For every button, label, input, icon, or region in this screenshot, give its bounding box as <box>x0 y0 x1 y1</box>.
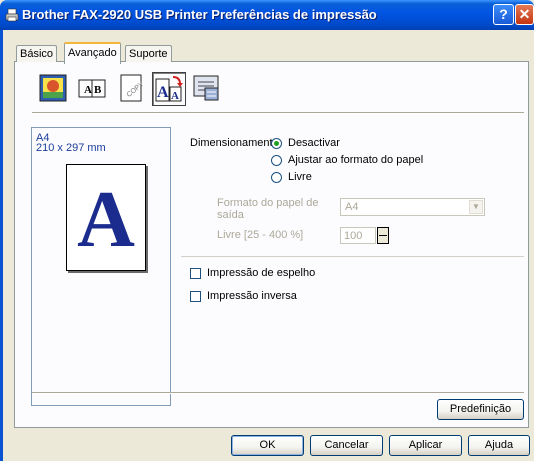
free-scale-input[interactable]: 100 <box>340 227 376 244</box>
apply-button[interactable]: Aplicar <box>389 435 462 456</box>
bottom-divider <box>32 392 524 394</box>
ok-button[interactable]: OK <box>231 435 304 456</box>
print-quality-icon[interactable] <box>37 72 71 106</box>
reverse-print-label[interactable]: Impressão inversa <box>207 290 297 302</box>
reverse-print-checkbox[interactable] <box>190 291 201 302</box>
free-scale-range-label: Livre [25 - 400 %] <box>217 229 304 241</box>
svg-text:A: A <box>157 84 169 101</box>
free-scale-spinner[interactable] <box>377 227 389 244</box>
duplex-icon[interactable]: A B <box>76 72 110 106</box>
paper-size-dimensions: 210 x 297 mm <box>36 142 106 154</box>
radio-livre[interactable] <box>271 172 282 183</box>
radio-livre-label[interactable]: Livre <box>288 171 312 183</box>
help-button[interactable]: Ajuda <box>468 435 530 456</box>
tab-avancado[interactable]: Avançado <box>64 42 121 64</box>
tab-suporte[interactable]: Suporte <box>125 45 172 62</box>
paper-preview: A <box>66 164 146 271</box>
svg-text:A: A <box>84 84 92 96</box>
output-paper-size-value: A4 <box>345 201 359 213</box>
window-title: Brother FAX-2920 USB Printer Preferência… <box>22 7 377 22</box>
device-options-icon[interactable] <box>190 72 224 106</box>
printer-icon <box>5 8 19 22</box>
default-button[interactable]: Predefinição <box>437 399 524 420</box>
mirror-print-label[interactable]: Impressão de espelho <box>207 267 315 279</box>
help-title-button[interactable]: ? <box>493 4 514 25</box>
close-button[interactable]: ✕ <box>515 4 534 25</box>
watermark-icon[interactable]: COPY <box>114 72 148 106</box>
svg-text:B: B <box>94 84 102 96</box>
output-paper-size-select[interactable]: A4 ▼ <box>340 198 485 216</box>
chevron-down-icon[interactable]: ▼ <box>469 200 483 214</box>
output-paper-size-label-line2: saída <box>217 209 244 221</box>
radio-ajustar-label[interactable]: Ajustar ao formato do papel <box>288 154 423 166</box>
svg-text:A: A <box>171 90 179 102</box>
radio-desactivar[interactable] <box>271 138 282 149</box>
spinner-divider <box>379 235 387 236</box>
preview-letter: A <box>77 176 135 264</box>
free-scale-value: 100 <box>344 230 363 242</box>
cancel-button[interactable]: Cancelar <box>310 435 383 456</box>
scaling-icon[interactable]: A A <box>152 72 186 106</box>
radio-desactivar-label[interactable]: Desactivar <box>288 137 340 149</box>
toolbar-divider <box>32 112 524 114</box>
scaling-label: Dimensionamento <box>190 137 279 149</box>
form-divider <box>181 256 524 257</box>
output-paper-size-label: Formato do papel de saída <box>217 197 319 221</box>
output-paper-size-label-line1: Formato do papel de <box>217 197 319 209</box>
mirror-print-checkbox[interactable] <box>190 268 201 279</box>
tab-basico[interactable]: Básico <box>16 45 58 62</box>
radio-ajustar[interactable] <box>271 155 282 166</box>
window-frame <box>0 30 3 461</box>
